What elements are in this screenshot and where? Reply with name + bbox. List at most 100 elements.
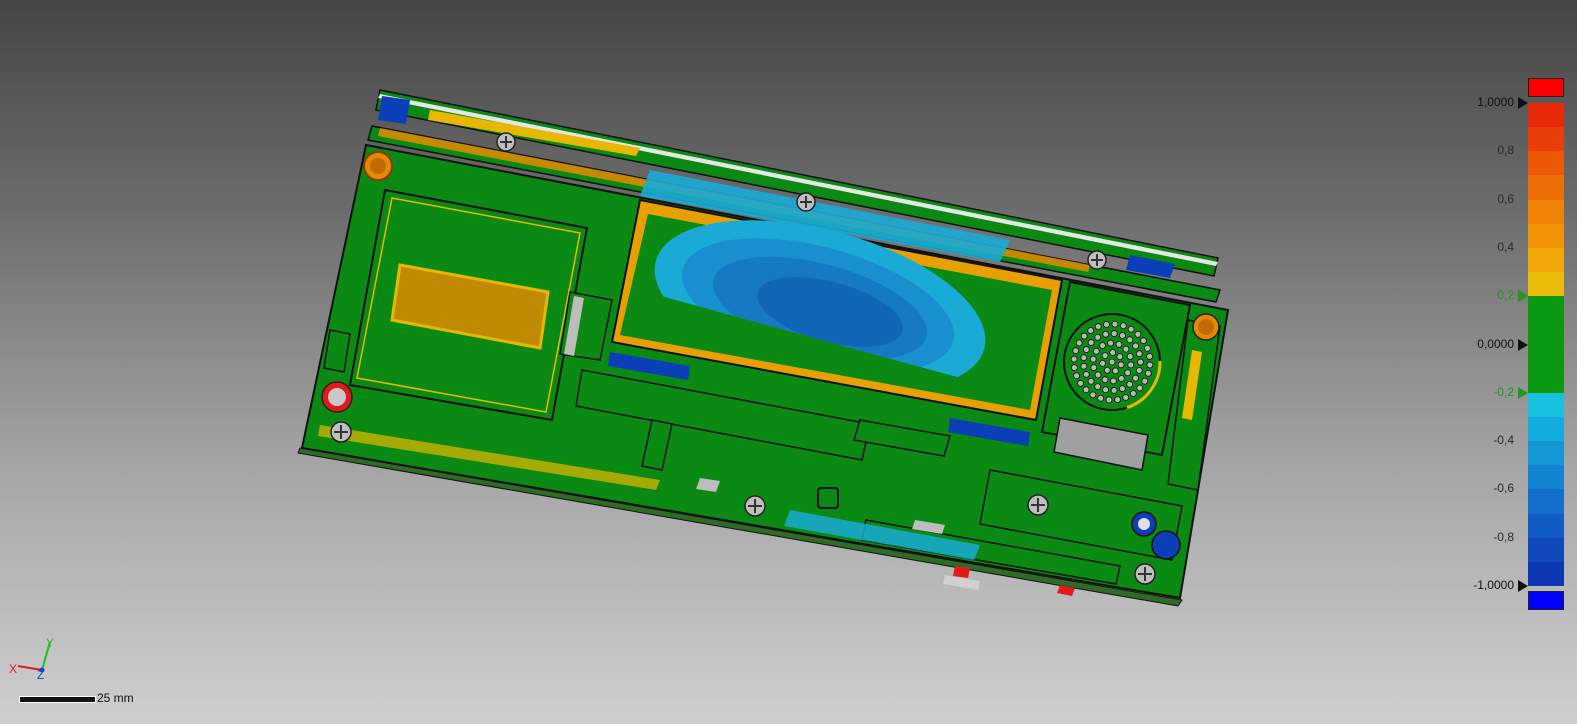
legend-band: [1528, 441, 1564, 466]
axis-triad-icon: Y X Z: [6, 636, 66, 686]
grille-hole: [1110, 330, 1118, 337]
hole-icon: [1151, 530, 1181, 560]
grille-hole: [1132, 342, 1139, 350]
grille-hole: [1089, 391, 1097, 399]
deviation-model[interactable]: [0, 0, 1577, 724]
legend-label-p02: 0,2: [1497, 288, 1514, 303]
3d-viewport[interactable]: 1,0000 0,8 0,6 0,4 0,2 0,0000 -0,2 -0,4 -0,6 -0,8…: [0, 0, 1577, 724]
axis-z-label: Z: [37, 668, 45, 682]
grille-hole: [1141, 377, 1149, 385]
grille-hole: [1111, 320, 1119, 328]
grille-hole: [1070, 355, 1078, 363]
legend-label-p04: 0,4: [1497, 239, 1514, 254]
legend-label-p08: 0,8: [1497, 143, 1514, 158]
legend-band: [1528, 465, 1564, 490]
grille-hole: [1140, 337, 1147, 345]
scale-bar-label: 25 mm: [97, 691, 134, 705]
grille-hole: [1087, 327, 1095, 334]
grille-hole: [1099, 360, 1107, 367]
grille-hole: [1101, 352, 1109, 359]
screw-icon: [744, 495, 766, 517]
screw-icon: [1134, 563, 1156, 585]
screw-icon: [1027, 494, 1049, 516]
screw-icon: [796, 192, 816, 212]
grille-hole: [1135, 367, 1143, 374]
deviation-legend: 1,0000 0,8 0,6 0,4 0,2 0,0000 -0,2 -0,4 -0,6 -0,8…: [1460, 70, 1577, 620]
grille-hole: [1146, 353, 1153, 360]
legend-band: [1528, 392, 1564, 417]
grille-hole: [1132, 374, 1139, 382]
grille-hole: [1072, 347, 1080, 355]
grille-hole: [1126, 353, 1134, 360]
grille-hole: [1103, 366, 1111, 374]
grille-hole: [1102, 386, 1109, 394]
legend-label-min: -1,0000: [1473, 578, 1514, 592]
grille-hole: [1126, 336, 1134, 344]
legend-label-m04: -0,4: [1493, 433, 1514, 448]
grille-hole: [1129, 390, 1137, 397]
overflow-high-swatch: [1528, 78, 1564, 97]
grille-hole: [1073, 372, 1080, 380]
legend-band: [1528, 272, 1564, 297]
grille-hole: [1126, 380, 1134, 388]
grille-hole: [1112, 367, 1119, 375]
legend-band: [1528, 199, 1564, 224]
grille-hole: [1082, 386, 1090, 394]
grille-hole: [1080, 362, 1088, 370]
grille-hole: [1075, 339, 1083, 347]
legend-band: [1528, 247, 1564, 273]
speaker-grille-icon: [1062, 312, 1162, 412]
screw-icon: [1087, 250, 1107, 270]
grille-hole: [1134, 330, 1142, 338]
grille-hole: [1097, 394, 1105, 402]
grille-hole: [1099, 342, 1106, 349]
grille-hole: [1135, 350, 1143, 358]
grille-hole: [1136, 384, 1144, 392]
grille-hole: [1127, 361, 1135, 369]
axis-x-label: X: [9, 662, 18, 676]
grille-hole: [1144, 369, 1152, 377]
grille-hole: [1118, 375, 1125, 382]
grille-hole: [1094, 323, 1102, 330]
legend-label-m08: -0,8: [1493, 529, 1514, 544]
legend-band: [1528, 416, 1564, 442]
legend-label-p06: 0,6: [1497, 191, 1514, 206]
grille-hole: [1115, 340, 1123, 348]
grille-hole: [1090, 364, 1098, 371]
grille-hole: [1102, 330, 1110, 338]
legend-band: [1528, 489, 1564, 514]
legend-marker: [1518, 290, 1528, 303]
legend-band: [1528, 561, 1564, 586]
grille-hole: [1094, 333, 1102, 341]
legend-band: [1528, 513, 1564, 538]
overflow-low-swatch: [1528, 591, 1564, 610]
grille-hole: [1124, 369, 1132, 377]
legend-label-m06: -0,6: [1493, 481, 1514, 496]
legend-marker: [1518, 97, 1528, 109]
screw-icon: [330, 421, 352, 443]
grille-hole: [1080, 354, 1088, 362]
grille-hole: [1089, 355, 1097, 363]
grille-hole: [1118, 385, 1126, 392]
legend-band: [1528, 223, 1564, 248]
scale-bar-line: [19, 696, 96, 703]
grille-hole: [1146, 361, 1154, 369]
grille-hole: [1108, 358, 1116, 366]
legend-label-max: 1,0000: [1477, 95, 1514, 109]
grille-hole: [1119, 332, 1126, 339]
grille-hole: [1087, 339, 1095, 346]
grille-hole: [1119, 322, 1127, 330]
grille-hole: [1105, 396, 1113, 404]
screw-icon: [496, 132, 516, 152]
grille-hole: [1101, 376, 1109, 384]
legend-band: [1528, 537, 1564, 562]
grille-hole: [1094, 371, 1102, 379]
grille-hole: [1109, 349, 1117, 356]
grille-hole: [1103, 321, 1110, 328]
grille-hole: [1122, 345, 1130, 353]
grille-hole: [1107, 339, 1115, 347]
grille-hole: [1080, 332, 1088, 340]
hole-icon: [1192, 313, 1220, 341]
grille-hole: [1109, 377, 1117, 385]
grille-hole: [1144, 344, 1151, 352]
